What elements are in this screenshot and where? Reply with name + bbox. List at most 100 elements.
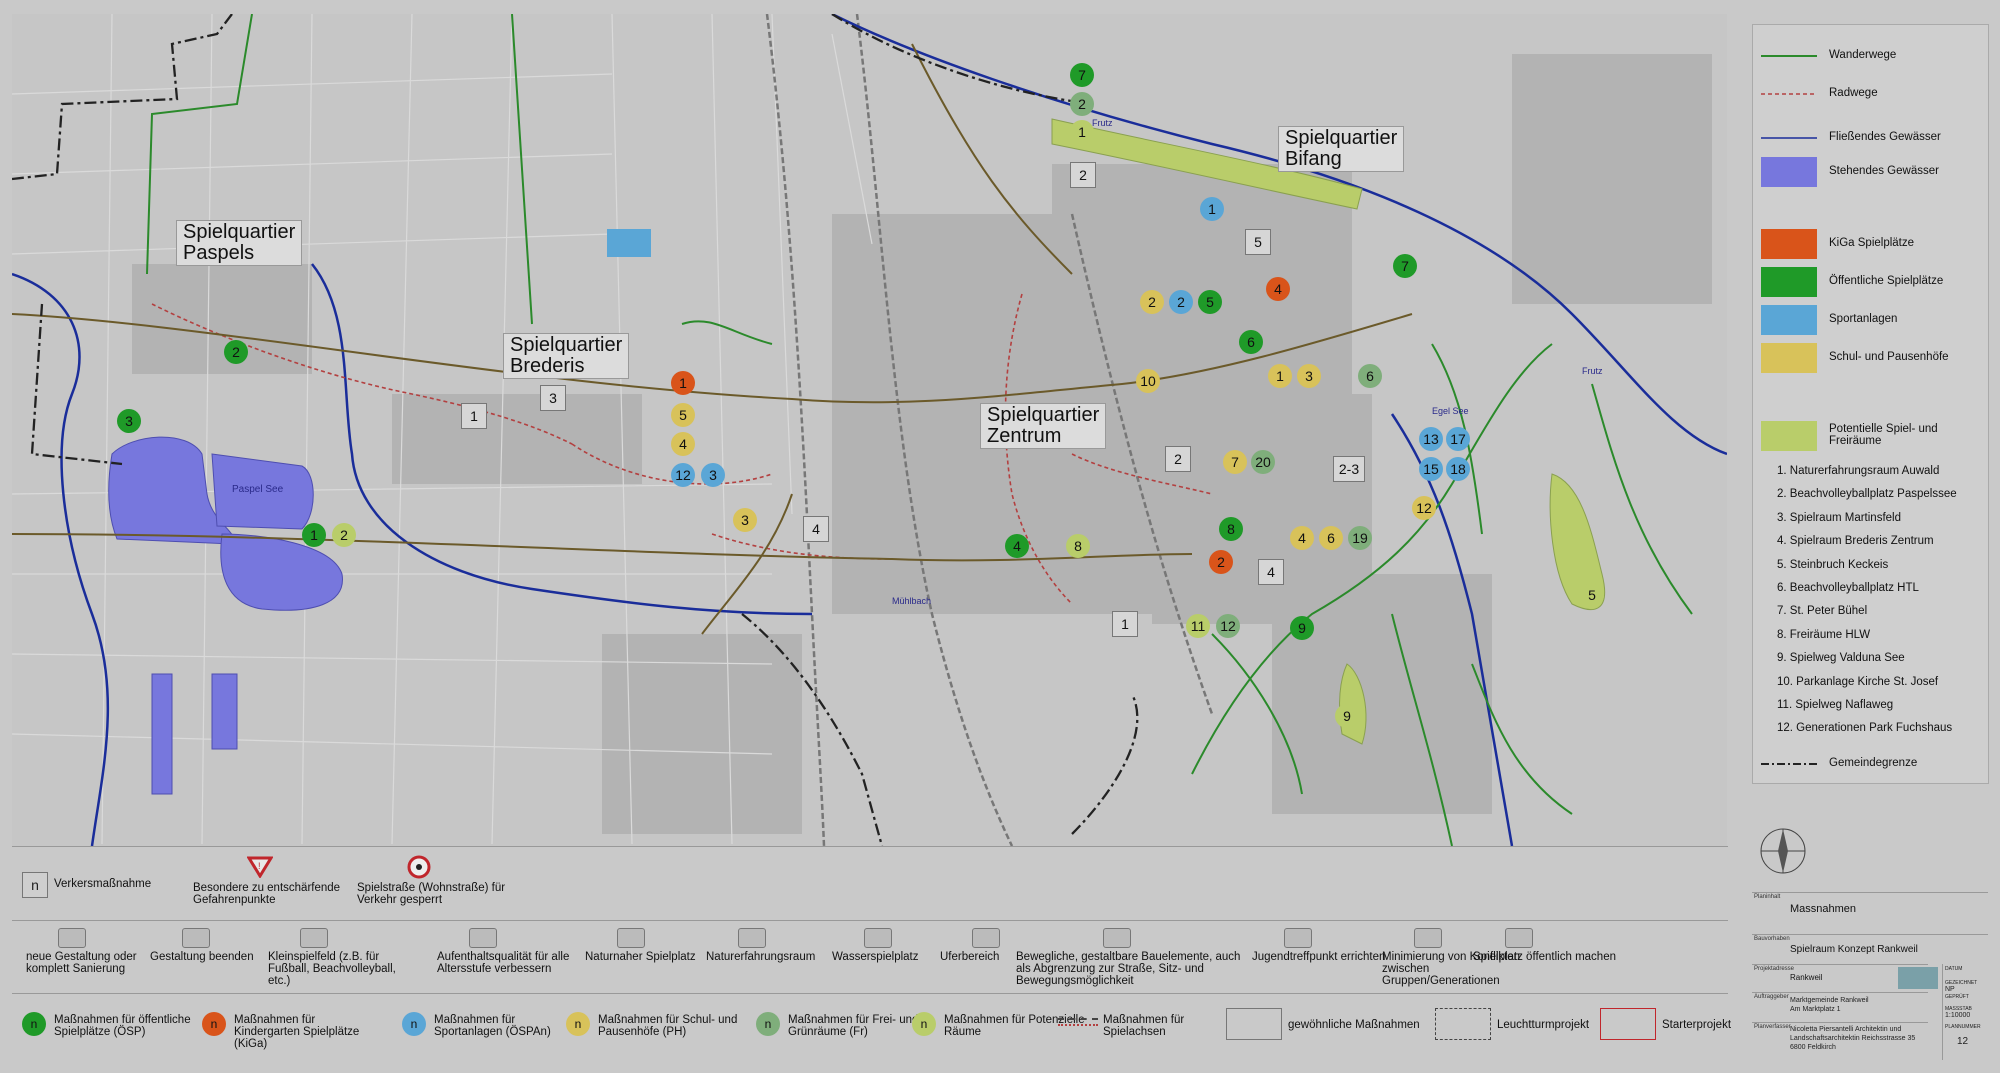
map-canvas[interactable]: Paspel See Frutz Mühlbach Egel See Frutz — [12, 14, 1727, 846]
map-marker-plain[interactable]: 3 — [540, 385, 566, 411]
boundary-line-icon — [1761, 763, 1817, 765]
map-marker-schule[interactable]: 6 — [1319, 526, 1343, 550]
map-marker-potenziell[interactable]: 5 — [1580, 583, 1604, 607]
map-marker-ospielplatz[interactable]: 3 — [117, 409, 141, 433]
map-marker-potenziell[interactable]: 8 — [1066, 534, 1090, 558]
map-marker-plain[interactable]: 4 — [803, 516, 829, 542]
map-marker-frei[interactable]: 19 — [1348, 526, 1372, 550]
numbered-place-item: 6. Beachvolleyballplatz HTL — [1777, 582, 1919, 594]
numbered-place-item: 1. Naturerfahrungsraum Auwald — [1777, 465, 1940, 477]
legend-play-street-label: Spielstraße (Wohnstraße) für Verkehr ges… — [357, 882, 506, 906]
sport-swatch — [1761, 305, 1817, 335]
category-key-circle: n — [566, 1012, 590, 1036]
map-marker-schule[interactable]: 10 — [1136, 369, 1160, 393]
category-label: Maßnahmen für Spielachsen — [1103, 1014, 1185, 1038]
map-marker-schule[interactable]: 3 — [1297, 364, 1321, 388]
kiga-swatch — [1761, 229, 1817, 259]
map-marker-schule[interactable]: 1 — [1268, 364, 1292, 388]
map-marker-ospielplatz[interactable]: 1 — [302, 523, 326, 547]
map-marker-sport[interactable]: 13 — [1419, 427, 1443, 451]
district-label-bifang: Spielquartier Bifang — [1278, 126, 1405, 172]
numbered-place-item: 7. St. Peter Bühel — [1777, 605, 1868, 618]
tb-planinhalt: Planinhalt Massnahmen — [1752, 892, 1988, 933]
cycle-line-icon — [1761, 93, 1817, 95]
map-marker-plain[interactable]: 2 — [1070, 162, 1096, 188]
measure-type-label: Bewegliche, gestaltbare Bauelemente, auc… — [1016, 951, 1241, 987]
spielachsen-line-icon-2 — [1058, 1024, 1098, 1026]
numbered-place-item: 8. Freiräume HLW — [1777, 628, 1871, 641]
legend-danger-label: Besondere zu entschärfende Gefahrenpunkt… — [193, 882, 341, 906]
map-legend: Wanderwege Radwege Fließendes Gewässer S… — [1752, 24, 1989, 784]
map-marker-ospielplatz[interactable]: 7 — [1393, 254, 1417, 278]
map-marker-sport[interactable]: 12 — [671, 463, 695, 487]
map-marker-potenziell[interactable]: 11 — [1186, 614, 1210, 638]
map-marker-potenziell[interactable]: 2 — [332, 523, 356, 547]
legend-traffic-label: Verkersmaßnahme — [54, 878, 152, 890]
water-label: Mühlbach — [892, 596, 931, 606]
map-marker-schule[interactable]: 2 — [1140, 290, 1164, 314]
map-marker-frei[interactable]: 20 — [1251, 450, 1275, 474]
category-key-circle: n — [912, 1012, 936, 1036]
sport-area-paspels — [607, 229, 651, 257]
measure-type-label: Aufenthaltsqualität für alle Altersstufe… — [437, 951, 570, 975]
map-marker-sport[interactable]: 2 — [1169, 290, 1193, 314]
map-marker-ospielplatz[interactable]: 7 — [1070, 63, 1094, 87]
project-type-box — [1600, 1008, 1656, 1040]
uferbereich-icon — [972, 928, 1000, 948]
map-marker-kiga[interactable]: 1 — [671, 371, 695, 395]
map-marker-ospielplatz[interactable]: 8 — [1219, 517, 1243, 541]
map-marker-ospielplatz[interactable]: 2 — [224, 340, 248, 364]
project-type-box — [1226, 1008, 1282, 1040]
divider — [12, 993, 1728, 994]
traffic-measure-key: n — [22, 872, 48, 898]
map-marker-potenziell[interactable]: 9 — [1335, 704, 1359, 728]
map-marker-plain[interactable]: 5 — [1245, 229, 1271, 255]
map-marker-ospielplatz[interactable]: 9 — [1290, 616, 1314, 640]
map-marker-frei[interactable]: 6 — [1358, 364, 1382, 388]
tb-auftraggeber: Auftraggeber Marktgemeinde Rankweil Am M… — [1752, 992, 1928, 1021]
map-marker-plain[interactable]: 2 — [1165, 446, 1191, 472]
map-marker-kiga[interactable]: 4 — [1266, 277, 1290, 301]
district-label-zentrum: Spielquartier Zentrum — [980, 403, 1107, 449]
map-marker-frei[interactable]: 2 — [1070, 92, 1094, 116]
map-marker-ospielplatz[interactable]: 4 — [1005, 534, 1029, 558]
play-street-icon — [407, 855, 431, 879]
map-marker-plain[interactable]: 1 — [1112, 611, 1138, 637]
potential-swatch — [1761, 421, 1817, 451]
logo-image — [1898, 967, 1938, 989]
category-label: Maßnahmen für Kindergarten Spielplätze (… — [234, 1014, 360, 1050]
category-key-circle: n — [202, 1012, 226, 1036]
map-marker-sport[interactable]: 18 — [1446, 457, 1470, 481]
map-marker-frei[interactable]: 12 — [1216, 614, 1240, 638]
map-marker-ospielplatz[interactable]: 6 — [1239, 330, 1263, 354]
project-type-label: Leuchtturmprojekt — [1497, 1019, 1590, 1031]
naturerfahrung-icon — [738, 928, 766, 948]
map-marker-plain[interactable]: 2-3 — [1333, 456, 1365, 482]
bauelemente-icon — [1103, 928, 1131, 948]
project-type-box — [1435, 1008, 1491, 1040]
public-playground-swatch — [1761, 267, 1817, 297]
measure-type-label: Jugendtreffpunkt errichten — [1252, 951, 1386, 963]
map-marker-schule[interactable]: 5 — [671, 403, 695, 427]
konflikt-icon — [1414, 928, 1442, 948]
spielachsen-line-icon — [1058, 1018, 1098, 1020]
category-label: Maßnahmen für Schul- und Pausenhöfe (PH) — [598, 1014, 738, 1038]
map-marker-ospielplatz[interactable]: 5 — [1198, 290, 1222, 314]
numbered-place-item: 2. Beachvolleyballplatz Paspelssee — [1777, 488, 1957, 501]
map-marker-potenziell[interactable]: 1 — [1070, 120, 1094, 144]
map-marker-schule[interactable]: 7 — [1223, 450, 1247, 474]
project-type-label: Starterprojekt — [1662, 1019, 1732, 1031]
map-marker-sport[interactable]: 15 — [1419, 457, 1443, 481]
map-marker-plain[interactable]: 1 — [461, 403, 487, 429]
map-marker-schule[interactable]: 12 — [1412, 496, 1436, 520]
gestaltung-beenden-icon — [182, 928, 210, 948]
map-marker-sport[interactable]: 1 — [1200, 197, 1224, 221]
map-marker-schule[interactable]: 4 — [671, 432, 695, 456]
map-marker-sport[interactable]: 17 — [1446, 427, 1470, 451]
map-marker-schule[interactable]: 3 — [733, 508, 757, 532]
map-marker-schule[interactable]: 4 — [1290, 526, 1314, 550]
map-marker-kiga[interactable]: 2 — [1209, 550, 1233, 574]
water-label: Frutz — [1582, 366, 1603, 376]
map-marker-plain[interactable]: 4 — [1258, 559, 1284, 585]
map-marker-sport[interactable]: 3 — [701, 463, 725, 487]
